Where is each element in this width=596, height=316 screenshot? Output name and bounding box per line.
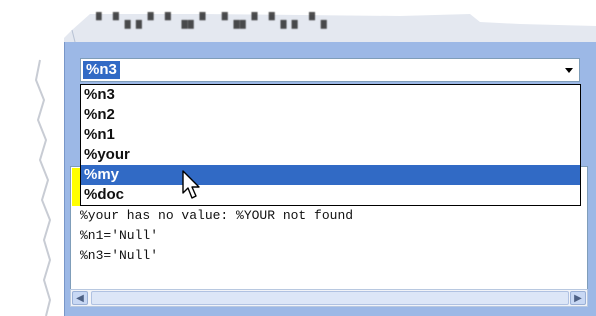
highlight-marker: [72, 168, 80, 206]
variable-dropdown-list[interactable]: %n3 %n2 %n1 %your %my %doc: [80, 84, 581, 206]
output-line: %n3='Null': [80, 248, 159, 263]
output-lines: %your has no value: %YOUR not found %n1=…: [80, 206, 580, 266]
output-line: %n1='Null': [80, 228, 159, 243]
scrollbar-thumb[interactable]: [91, 291, 569, 305]
dropdown-item-doc[interactable]: %doc: [81, 185, 580, 205]
dropdown-item-your[interactable]: %your: [81, 145, 580, 165]
window-title-fragment: ▘▝▗ ▖▘▝ ▗▖▘ ▝▗▖▘▝▗ ▖▝▗: [96, 12, 328, 28]
dropdown-item-my[interactable]: %my: [81, 165, 580, 185]
dropdown-item-n3[interactable]: %n3: [81, 85, 580, 105]
chevron-down-icon[interactable]: [560, 60, 578, 80]
output-line: %your has no value: %YOUR not found: [80, 208, 354, 223]
arrow-left-icon[interactable]: ◀: [72, 291, 88, 305]
dropdown-item-n1[interactable]: %n1: [81, 125, 580, 145]
dropdown-item-n2[interactable]: %n2: [81, 105, 580, 125]
mouse-pointer-icon: [182, 170, 200, 199]
combobox-value: %n3: [83, 61, 120, 79]
arrow-right-icon[interactable]: ▶: [570, 291, 586, 305]
horizontal-scrollbar[interactable]: ◀ ▶: [70, 289, 588, 307]
variable-combobox[interactable]: %n3: [80, 58, 580, 82]
